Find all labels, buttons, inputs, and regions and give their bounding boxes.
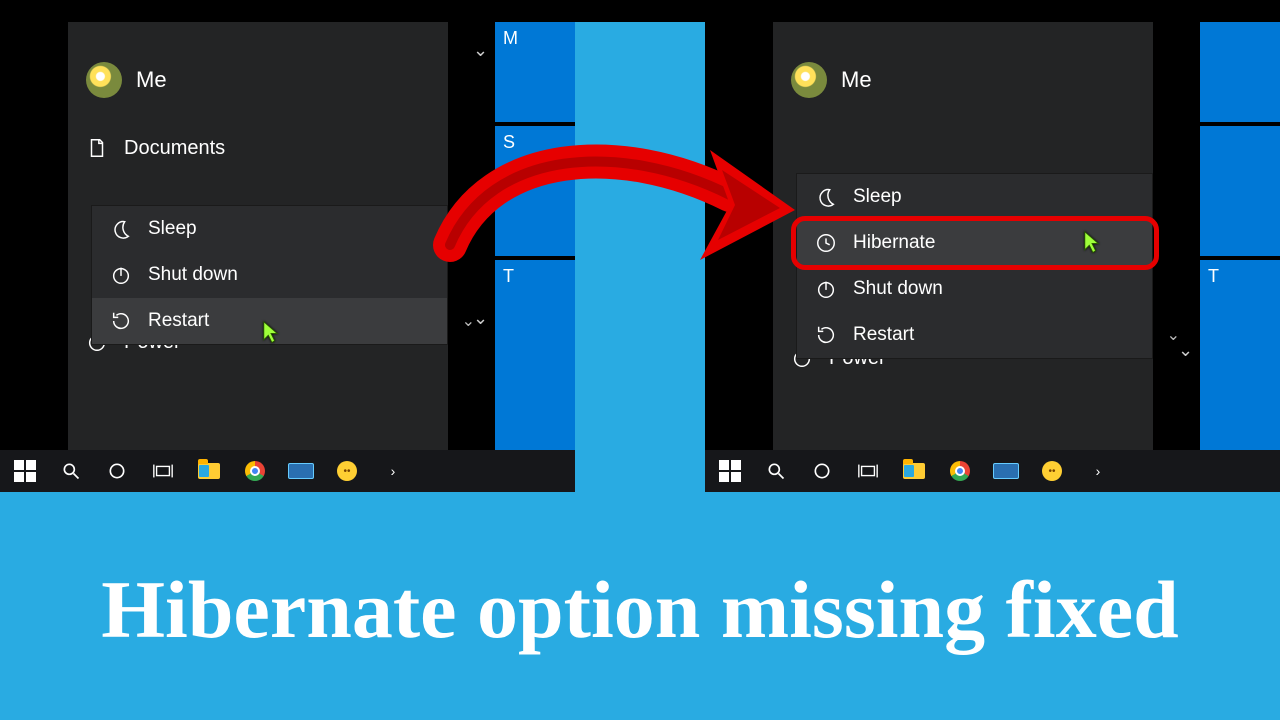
chevron-down-icon: ⌄ [1167, 325, 1180, 345]
taskbar-cortana[interactable] [96, 450, 138, 492]
face-icon: •• [337, 461, 357, 481]
taskbar-cortana[interactable] [801, 450, 843, 492]
taskbar-chrome[interactable] [234, 450, 276, 492]
folder-icon [198, 463, 220, 479]
taskbar-explorer[interactable] [188, 450, 230, 492]
taskbar-explorer[interactable] [893, 450, 935, 492]
circle-icon [812, 461, 832, 481]
clock-icon [815, 232, 837, 254]
taskbar-app[interactable]: •• [326, 450, 368, 492]
face-icon: •• [1042, 461, 1062, 481]
taskbar-more[interactable]: › [1077, 450, 1119, 492]
taskbar: •• › [0, 450, 575, 492]
windows-logo-icon [719, 460, 741, 482]
taskbar-chrome[interactable] [939, 450, 981, 492]
power-menu-shutdown[interactable]: Shut down [92, 252, 447, 298]
power-icon [815, 278, 837, 300]
power-menu-sleep[interactable]: Sleep [92, 206, 447, 252]
chevron-right-icon: › [1096, 463, 1101, 479]
folder-icon [903, 463, 925, 479]
taskbar-taskview[interactable] [847, 450, 889, 492]
chevron-down-icon: ⌄ [462, 311, 475, 331]
live-tile[interactable]: ⌄T [495, 260, 575, 452]
panel-after: ⌄T Me Power Sleep Hibernate [705, 22, 1280, 492]
taskbar-app[interactable]: •• [1031, 450, 1073, 492]
power-icon [110, 264, 132, 286]
letterbox-top [0, 0, 1280, 22]
taskbar-search[interactable] [755, 450, 797, 492]
search-icon [61, 461, 81, 481]
taskview-icon [857, 461, 879, 481]
keyboard-icon [288, 463, 314, 479]
live-tile[interactable] [1200, 22, 1280, 122]
stage: ⌄M S ⌄T Me Documents Power Sleep [0, 0, 1280, 720]
taskview-icon [152, 461, 174, 481]
power-menu-hibernate[interactable]: Hibernate [797, 220, 1152, 266]
start-button[interactable] [4, 450, 46, 492]
taskbar-more[interactable]: › [372, 450, 414, 492]
document-icon [86, 137, 108, 159]
live-tile[interactable]: S [495, 126, 575, 256]
chevron-right-icon: › [391, 463, 396, 479]
windows-logo-icon [14, 460, 36, 482]
user-name: Me [841, 67, 872, 93]
taskbar-keyboard[interactable] [985, 450, 1027, 492]
power-menu: Sleep Hibernate Shut down Restart ⌄ [797, 174, 1152, 358]
chrome-icon [245, 461, 265, 481]
user-account[interactable]: Me [68, 22, 448, 108]
search-icon [766, 461, 786, 481]
taskbar-taskview[interactable] [142, 450, 184, 492]
power-menu-restart[interactable]: Restart ⌄ [92, 298, 447, 344]
user-account[interactable]: Me [773, 22, 1153, 108]
user-name: Me [136, 67, 167, 93]
chrome-icon [950, 461, 970, 481]
live-tile[interactable] [1200, 126, 1280, 256]
moon-icon [815, 186, 837, 208]
avatar-icon [86, 62, 122, 98]
restart-icon [110, 310, 132, 332]
taskbar-keyboard[interactable] [280, 450, 322, 492]
caption-text: Hibernate option missing fixed [0, 500, 1280, 720]
sidebar-item-documents[interactable]: Documents [68, 126, 448, 170]
moon-icon [110, 218, 132, 240]
power-menu-sleep[interactable]: Sleep [797, 174, 1152, 220]
panel-before: ⌄M S ⌄T Me Documents Power Sleep [0, 22, 575, 492]
taskbar: •• › [705, 450, 1280, 492]
avatar-icon [791, 62, 827, 98]
taskbar-search[interactable] [50, 450, 92, 492]
live-tile[interactable]: ⌄M [495, 22, 575, 122]
keyboard-icon [993, 463, 1019, 479]
power-menu-restart[interactable]: Restart ⌄ [797, 312, 1152, 358]
restart-icon [815, 324, 837, 346]
start-button[interactable] [709, 450, 751, 492]
circle-icon [107, 461, 127, 481]
power-menu-shutdown[interactable]: Shut down [797, 266, 1152, 312]
live-tile[interactable]: ⌄T [1200, 260, 1280, 452]
power-menu: Sleep Shut down Restart ⌄ [92, 206, 447, 344]
